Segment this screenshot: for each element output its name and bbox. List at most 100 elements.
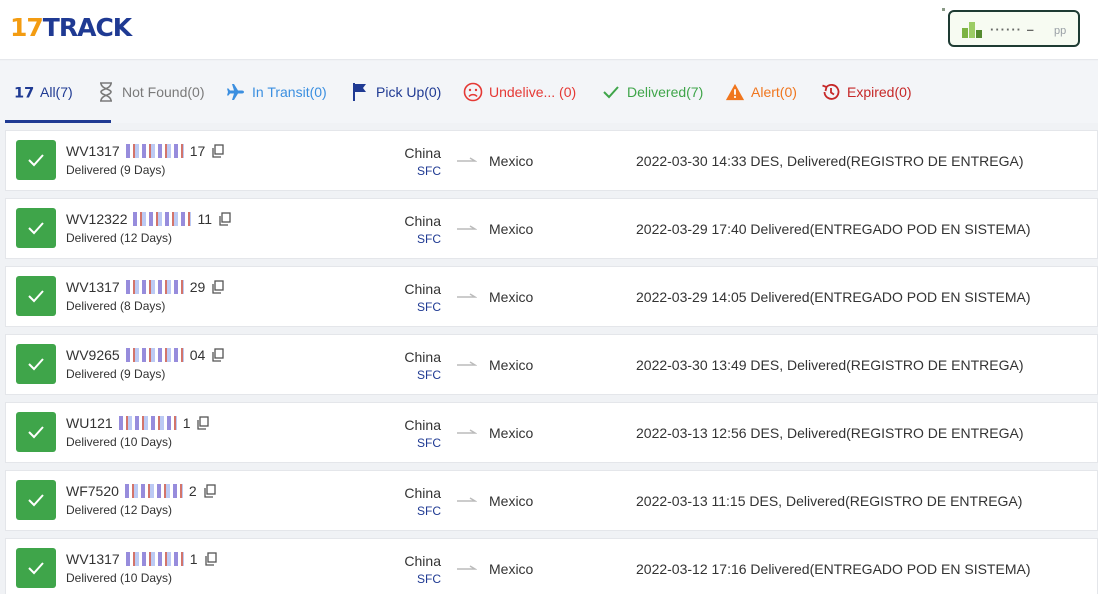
copy-icon[interactable] [203, 484, 217, 498]
destination-country: Mexico [489, 221, 534, 237]
tracking-number[interactable]: WF7520 2 [66, 483, 217, 499]
shipment-row[interactable]: WF7520 2 Delivered (12 Days) China SFC Me… [5, 470, 1098, 531]
latest-event: 2022-03-30 13:49 DES, Delivered(REGISTRO… [636, 357, 1024, 373]
dashed-corner [942, 8, 945, 11]
tracking-suffix: 2 [188, 483, 197, 499]
logo-17track[interactable]: 17TRACK [10, 13, 132, 42]
origin-country: China [404, 485, 441, 501]
shipment-row[interactable]: WV1317 17 Delivered (9 Days) China SFC Me… [5, 130, 1098, 191]
redacted-digits [124, 484, 183, 498]
tracking-prefix: WV1317 [66, 551, 120, 567]
header-bar: 17TRACK ······ – pp [0, 0, 1098, 60]
tracking-number[interactable]: WV9265 04 [66, 347, 225, 363]
delivered-check-icon [16, 140, 56, 180]
tab-delivered[interactable]: Delivered(7) [601, 79, 703, 105]
tab-in-transit-label: In Transit(0) [252, 84, 327, 100]
tab-in-transit[interactable]: In Transit(0) [226, 79, 327, 105]
carrier-link[interactable]: SFC [417, 232, 441, 246]
tracking-number[interactable]: WU121 1 [66, 415, 210, 431]
tracking-suffix: 04 [189, 347, 206, 363]
copy-icon[interactable] [218, 212, 232, 226]
redacted-digits [133, 212, 192, 226]
tab-alert-label: Alert(0) [751, 84, 797, 100]
copy-icon[interactable] [204, 552, 218, 566]
carrier-link[interactable]: SFC [417, 300, 441, 314]
17-logo-icon: 17 [14, 82, 34, 102]
shipment-row[interactable]: WV12322 11 Delivered (12 Days) China SFC … [5, 198, 1098, 259]
route-arrow-icon [457, 225, 477, 230]
destination-country: Mexico [489, 289, 534, 305]
tracking-suffix: 11 [197, 211, 213, 227]
origin-country: China [404, 145, 441, 161]
shipment-row[interactable]: WU121 1 Delivered (10 Days) China SFC Mex… [5, 402, 1098, 463]
carrier-link[interactable]: SFC [417, 436, 441, 450]
logo-number: 17 [10, 13, 44, 42]
tracking-suffix: 1 [189, 551, 198, 567]
tracking-prefix: WV1317 [66, 143, 120, 159]
delivery-duration: Delivered (12 Days) [66, 503, 173, 517]
tracking-number[interactable]: WV12322 11 [66, 211, 232, 227]
route-arrow-icon [457, 565, 477, 570]
tracking-suffix: 29 [189, 279, 206, 295]
copy-icon[interactable] [211, 280, 225, 294]
delivered-check-icon [16, 208, 56, 248]
latest-event: 2022-03-13 11:15 DES, Delivered(REGISTRO… [636, 493, 1023, 509]
destination-country: Mexico [489, 561, 534, 577]
latest-event: 2022-03-13 12:56 DES, Delivered(REGISTRO… [636, 425, 1024, 441]
delivery-duration: Delivered (10 Days) [66, 571, 173, 585]
tab-not-found-label: Not Found(0) [122, 84, 205, 100]
tab-expired[interactable]: Expired(0) [821, 79, 912, 105]
delivery-duration: Delivered (9 Days) [66, 367, 166, 381]
status-tabs: 17 All(7) Not Found(0) In Transit(0) Pic… [0, 61, 1098, 123]
copy-icon[interactable] [211, 348, 225, 362]
redacted-digits [125, 144, 184, 158]
sad-face-icon [463, 82, 483, 102]
tab-all[interactable]: 17 All(7) [14, 79, 73, 105]
carrier-link[interactable]: SFC [417, 504, 441, 518]
copy-icon[interactable] [196, 416, 210, 430]
airplane-icon [226, 82, 246, 102]
shipment-row[interactable]: WV1317 1 Delivered (10 Days) China SFC Me… [5, 538, 1098, 594]
tab-pick-up-label: Pick Up(0) [376, 84, 442, 100]
carrier-link[interactable]: SFC [417, 368, 441, 382]
delivered-check-icon [16, 344, 56, 384]
hourglass-icon [96, 82, 116, 102]
origin-country: China [404, 553, 441, 569]
delivered-check-icon [16, 548, 56, 588]
destination-country: Mexico [489, 357, 534, 373]
tab-alert[interactable]: Alert(0) [725, 79, 797, 105]
carrier-link[interactable]: SFC [417, 164, 441, 178]
tab-pick-up[interactable]: Pick Up(0) [350, 79, 441, 105]
warning-triangle-icon [725, 82, 745, 102]
shipment-row[interactable]: WV1317 29 Delivered (8 Days) China SFC Me… [5, 266, 1098, 327]
latest-event: 2022-03-12 17:16 Delivered(ENTREGADO POD… [636, 561, 1031, 577]
delivery-duration: Delivered (8 Days) [66, 299, 166, 313]
app-download-button[interactable]: ······ – pp [948, 10, 1080, 47]
redacted-digits [125, 280, 184, 294]
logo-text: TRACK [42, 13, 132, 42]
carrier-link[interactable]: SFC [417, 572, 441, 586]
destination-country: Mexico [489, 425, 534, 441]
tracking-prefix: WV1317 [66, 279, 120, 295]
tab-delivered-label: Delivered(7) [627, 84, 704, 100]
history-clock-icon [821, 82, 841, 102]
app-button-suffix: pp [1054, 25, 1067, 37]
tab-expired-label: Expired(0) [847, 84, 912, 100]
tab-undelivered[interactable]: Undelive... (0) [463, 79, 576, 105]
destination-country: Mexico [489, 493, 534, 509]
tab-all-label: All(7) [40, 84, 73, 100]
origin-country: China [404, 349, 441, 365]
route-arrow-icon [457, 497, 477, 502]
shipment-row[interactable]: WV9265 04 Delivered (9 Days) China SFC Me… [5, 334, 1098, 395]
tracking-number[interactable]: WV1317 1 [66, 551, 218, 567]
copy-icon[interactable] [211, 144, 225, 158]
tab-not-found[interactable]: Not Found(0) [96, 79, 204, 105]
delivery-duration: Delivered (12 Days) [66, 231, 173, 245]
tab-undelivered-label: Undelive... (0) [489, 84, 577, 100]
tracking-number[interactable]: WV1317 29 [66, 279, 225, 295]
app-button-label: ······ – [990, 22, 1035, 37]
route-arrow-icon [457, 157, 477, 162]
tracking-prefix: WV12322 [66, 211, 128, 227]
tracking-number[interactable]: WV1317 17 [66, 143, 225, 159]
route-arrow-icon [457, 293, 477, 298]
